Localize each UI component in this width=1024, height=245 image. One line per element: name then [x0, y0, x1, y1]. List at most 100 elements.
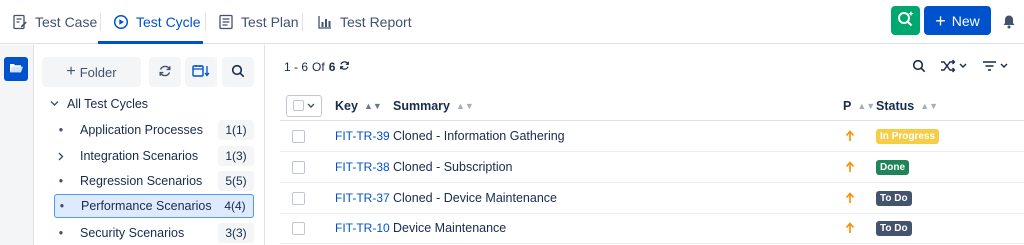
column-summary[interactable]: Summary ▲▼ [393, 91, 474, 120]
status-badge: To Do [876, 220, 912, 236]
refresh-icon [158, 64, 172, 81]
sort-icon: ▲▼ [920, 100, 939, 111]
tree-item-security-scenarios[interactable]: • Security Scenarios 3(3) [54, 221, 254, 245]
select-all-checkbox[interactable] [286, 91, 322, 120]
tree-root-label: All Test Cycles [67, 97, 149, 111]
table-row[interactable]: FIT-TR-38 Cloned - Subscription Done [280, 152, 1024, 183]
row-key-link[interactable]: FIT-TR-39 [335, 121, 390, 151]
tab-label: Test Report [340, 14, 412, 30]
tree-item-count: 3(3) [218, 223, 254, 243]
plus-icon: + [935, 10, 946, 31]
priority-arrow-up-icon [845, 213, 855, 243]
row-summary: Cloned - Information Gathering [393, 129, 565, 143]
pager-total: 6 [328, 60, 336, 74]
refresh-button[interactable] [149, 57, 181, 87]
row-checkbox[interactable] [292, 129, 305, 143]
tab-divider [100, 13, 101, 31]
row-key-link[interactable]: FIT-TR-37 [335, 183, 390, 213]
refresh-icon[interactable] [339, 60, 350, 74]
folder-panel-toggle[interactable] [4, 57, 28, 81]
table-row[interactable]: FIT-TR-10 Device Maintenance To Do [280, 213, 1024, 244]
chevron-down-icon [50, 97, 59, 111]
tree-item-count: 1(1) [218, 120, 254, 140]
main-panel: 1 - 6 Of 6 Key ▲▼ Summary ▲▼ P ▲▼ Status… [266, 45, 1024, 245]
column-label: P [843, 98, 852, 113]
ai-search-icon [896, 9, 916, 32]
cycle-icon [113, 14, 129, 30]
column-label: Summary [393, 98, 450, 113]
row-summary: Cloned - Device Maintenance [393, 191, 557, 205]
row-summary: Device Maintenance [393, 221, 507, 235]
plus-icon: + [66, 63, 76, 80]
chevron-down-icon [307, 103, 315, 108]
pager-range: 1 - 6 [284, 60, 309, 74]
tab-test-report[interactable]: Test Report [317, 0, 412, 44]
ai-assist-button[interactable] [891, 6, 920, 35]
column-status[interactable]: Status ▲▼ [876, 91, 938, 120]
add-folder-button[interactable]: + Folder [42, 57, 141, 87]
pagination-info: 1 - 6 Of 6 [284, 60, 350, 74]
column-label: Status [876, 98, 915, 113]
row-summary: Cloned - Subscription [393, 160, 513, 174]
priority-arrow-up-icon [845, 121, 855, 151]
tab-label: Test Case [35, 14, 98, 30]
tab-divider [302, 13, 303, 31]
calendar-sort-icon [192, 64, 210, 81]
bullet-icon: • [58, 226, 64, 240]
tree-item-count: 4(4) [217, 196, 253, 216]
row-key-link[interactable]: FIT-TR-38 [335, 152, 390, 182]
priority-arrow-up-icon [845, 183, 855, 213]
tree-item-application-processes[interactable]: • Application Processes 1(1) [54, 118, 254, 142]
sort-icon: ▲▼ [363, 100, 382, 111]
tab-test-case[interactable]: Test Case [12, 0, 97, 44]
plan-doc-icon [218, 14, 234, 30]
new-button-label: New [951, 12, 980, 29]
tree-item-performance-scenarios[interactable]: • Performance Scenarios 4(4) [54, 194, 254, 218]
sort-icon: ▲▼ [857, 100, 876, 111]
bullet-icon: • [58, 123, 64, 137]
tab-test-plan[interactable]: Test Plan [218, 0, 299, 44]
tree-root-all-test-cycles[interactable]: All Test Cycles [50, 95, 148, 113]
status-badge: Done [876, 159, 909, 175]
filter-dropdown[interactable] [982, 59, 1010, 73]
tree-item-integration-scenarios[interactable]: Integration Scenarios 1(3) [54, 144, 254, 168]
bullet-icon: • [59, 199, 65, 213]
open-folder-icon [9, 62, 23, 77]
tree-item-regression-scenarios[interactable]: • Regression Scenarios 5(5) [54, 169, 254, 193]
pager-of: Of [312, 60, 325, 74]
row-checkbox[interactable] [292, 221, 305, 235]
row-checkbox[interactable] [292, 191, 305, 205]
status-badge: To Do [876, 190, 912, 206]
chevron-right-icon[interactable] [54, 152, 68, 161]
grid-toolbar [912, 59, 1010, 73]
column-label: Key [335, 98, 358, 113]
tab-label: Test Cycle [136, 14, 201, 30]
shuffle-dropdown[interactable] [940, 59, 968, 73]
tab-test-cycle[interactable]: Test Cycle [113, 0, 201, 44]
left-rail [0, 45, 34, 245]
add-folder-label: Folder [79, 64, 117, 80]
notification-bell-icon[interactable] [1000, 12, 1018, 30]
tab-label: Test Plan [241, 14, 299, 30]
column-key[interactable]: Key ▲▼ [335, 91, 382, 120]
calendar-sort-button[interactable] [185, 57, 217, 87]
column-priority[interactable]: P ▲▼ [843, 91, 875, 120]
folder-sidebar: + Folder All Test Cycles • Application P… [34, 45, 265, 245]
table-row[interactable]: FIT-TR-39 Cloned - Information Gathering… [280, 121, 1024, 152]
row-checkbox[interactable] [292, 160, 305, 174]
sort-icon: ▲▼ [455, 100, 474, 111]
table-row[interactable]: FIT-TR-37 Cloned - Device Maintenance To… [280, 183, 1024, 214]
priority-arrow-up-icon [845, 152, 855, 182]
row-key-link[interactable]: FIT-TR-10 [335, 213, 390, 243]
search-folders-button[interactable] [222, 57, 254, 87]
tree-item-count: 1(3) [218, 146, 254, 166]
new-button[interactable]: + New [924, 6, 991, 35]
active-tab-indicator [98, 41, 203, 44]
tree-item-count: 5(5) [218, 171, 254, 191]
search-icon[interactable] [912, 59, 926, 73]
status-badge: In Progress [876, 128, 940, 144]
grid-header: Key ▲▼ Summary ▲▼ P ▲▼ Status ▲▼ [280, 91, 1024, 121]
bar-chart-icon [317, 14, 333, 30]
search-icon [231, 64, 245, 81]
edit-doc-icon [12, 14, 28, 30]
